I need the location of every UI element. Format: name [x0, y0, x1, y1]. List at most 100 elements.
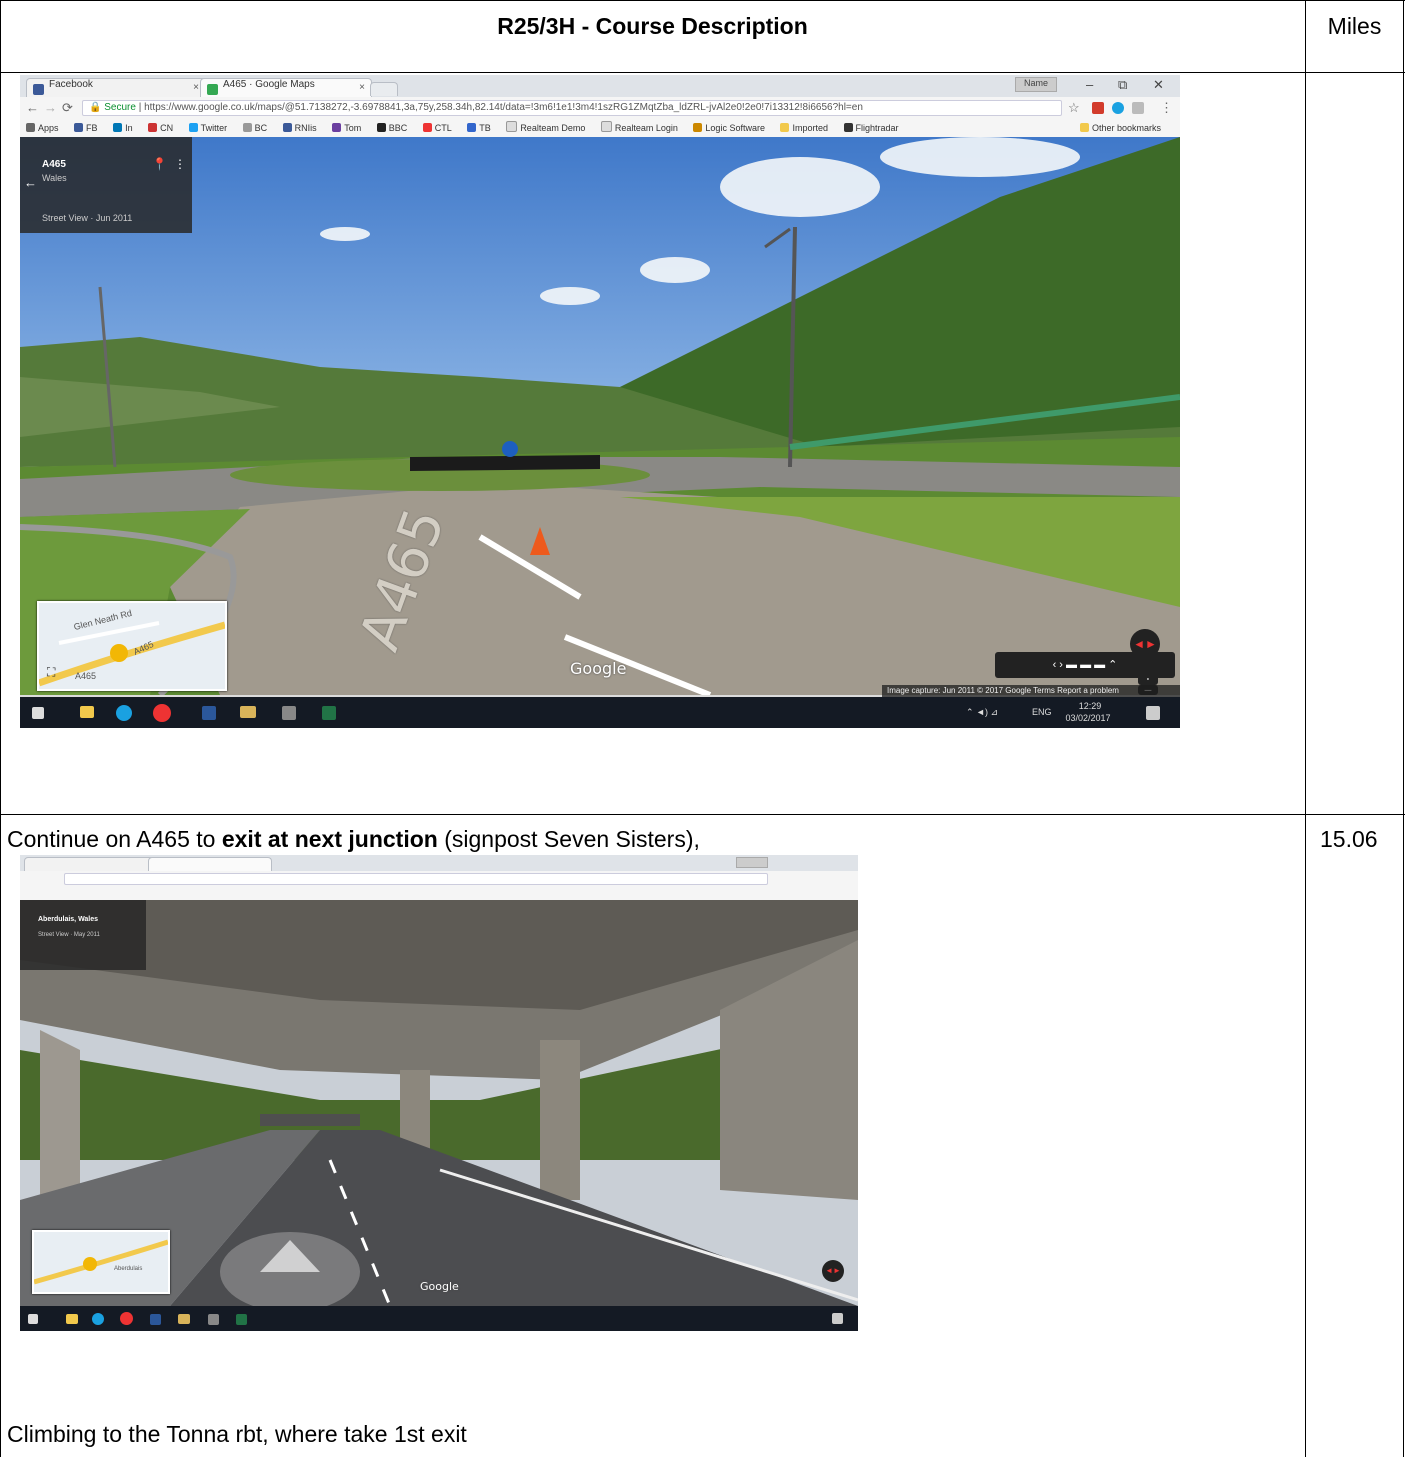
folder-icon[interactable]	[240, 706, 256, 718]
bookmark-item[interactable]: Realteam Demo	[506, 119, 585, 137]
bookmark-item[interactable]: Apps	[26, 119, 59, 137]
user-profile-badge[interactable]: Name	[1015, 77, 1057, 92]
restore-button[interactable]: ⧉	[1118, 77, 1127, 93]
file-explorer-icon[interactable]	[80, 706, 94, 718]
browser-tab-bar	[20, 855, 858, 871]
bookmark-item[interactable]: CTL	[422, 119, 452, 137]
notifications-icon[interactable]	[832, 1313, 843, 1324]
bookmark-item[interactable]: In	[113, 119, 133, 137]
chrome-icon[interactable]	[153, 704, 171, 722]
file-explorer-icon[interactable]	[66, 1314, 78, 1324]
row2-top-border	[0, 814, 1405, 815]
app-icon[interactable]	[208, 1314, 219, 1325]
word-icon[interactable]	[150, 1314, 161, 1325]
system-tray-icons[interactable]: ⌃ ◄) ⊿	[966, 707, 998, 718]
bookmark-item[interactable]: BC	[242, 119, 267, 137]
bookmark-icon	[467, 123, 477, 132]
street-view-panorama[interactable]: A465 ← A465 Wales 📍 ⋮ Street View · Jun …	[20, 137, 1180, 695]
user-profile-badge[interactable]	[736, 857, 768, 868]
minimize-button[interactable]: –	[1086, 77, 1093, 92]
page-icon	[506, 121, 518, 132]
bbc-icon	[376, 123, 386, 132]
clock-date[interactable]: 03/02/2017	[1060, 713, 1116, 724]
bookmark-item[interactable]: Tom	[332, 119, 361, 137]
forward-arrow-icon[interactable]: →	[44, 100, 57, 115]
url-field[interactable]: 🔒 Secure | https://www.google.co.uk/maps…	[82, 100, 1062, 116]
bookmark-item[interactable]: Imported	[780, 119, 828, 137]
street-view-panorama[interactable]: Aberdulais, Wales Street View · May 2011…	[20, 900, 858, 1306]
mini-map[interactable]: Glen Neath Rd A465 A465 ⛶	[37, 601, 227, 691]
folder-icon[interactable]	[178, 1314, 190, 1324]
skype-extension-icon[interactable]	[1112, 102, 1124, 114]
excel-icon[interactable]	[236, 1314, 247, 1325]
pin-icon[interactable]: 📍	[152, 157, 167, 171]
tab[interactable]	[24, 857, 154, 871]
chrome-menu-icon[interactable]: ⋮	[1160, 100, 1173, 116]
compass-button[interactable]: ◄►	[822, 1260, 844, 1282]
google-watermark: Google	[570, 659, 627, 678]
tab-facebook[interactable]: Facebook ×	[26, 78, 206, 97]
row2-instruction-bold: exit at next junction	[221, 826, 438, 852]
extension-icon[interactable]	[1092, 102, 1104, 114]
expand-map-icon[interactable]: ⛶	[47, 665, 55, 680]
close-window-button[interactable]: ✕	[1153, 77, 1164, 93]
windows-start-icon[interactable]	[28, 1314, 38, 1324]
windows-start-icon[interactable]	[32, 707, 44, 719]
mini-map[interactable]: Aberdulais	[32, 1230, 170, 1294]
language-indicator[interactable]: ENG	[1032, 707, 1052, 718]
row2-instruction: Continue on A465 to exit at next junctio…	[7, 826, 700, 852]
word-icon[interactable]	[202, 706, 216, 720]
bookmark-item[interactable]: BBC	[376, 119, 407, 137]
url-field[interactable]	[64, 873, 768, 885]
google-watermark: Google	[420, 1280, 459, 1293]
back-arrow-icon[interactable]: ←	[26, 100, 39, 115]
extension-icon[interactable]	[1132, 102, 1144, 114]
bookmark-item[interactable]: Logic Software	[693, 119, 765, 137]
street-view-date[interactable]: Street View · May 2011	[38, 932, 100, 938]
skype-icon[interactable]	[116, 705, 132, 721]
skype-icon[interactable]	[92, 1313, 104, 1325]
bookmark-item[interactable]: RNIis	[282, 119, 317, 137]
bookmarks-bar: Apps FB In CN Twitter BC RNIis Tom BBC C…	[20, 119, 1180, 138]
close-tab-icon[interactable]: ×	[359, 82, 365, 93]
close-tab-icon[interactable]: ×	[193, 82, 199, 93]
bookmark-icon	[148, 123, 158, 132]
address-bar-row	[20, 871, 858, 888]
app-icon[interactable]	[282, 706, 296, 720]
chrome-icon[interactable]	[120, 1312, 133, 1325]
new-tab-button[interactable]	[370, 82, 398, 96]
windows-taskbar	[20, 1306, 858, 1331]
tab[interactable]	[148, 857, 272, 871]
photo-strip-controls[interactable]: ‹ › ▬ ▬ ▬ ⌃	[995, 652, 1175, 678]
back-arrow-icon[interactable]: ←	[24, 175, 37, 190]
table-top-border	[0, 0, 1405, 1]
other-bookmarks[interactable]: Other bookmarks	[1079, 119, 1161, 137]
place-info-card: Aberdulais, Wales Street View · May 2011	[20, 900, 146, 970]
bookmark-item[interactable]: TB	[467, 119, 491, 137]
place-info-card: ← A465 Wales 📍 ⋮ Street View · Jun 2011	[20, 137, 192, 233]
map-label: Aberdulais	[114, 1266, 143, 1272]
bookmark-star-icon[interactable]: ☆	[1068, 100, 1080, 116]
bookmark-item[interactable]: CN	[148, 119, 173, 137]
bookmark-item[interactable]: Flightradar	[843, 119, 899, 137]
folder-icon	[780, 123, 790, 132]
bookmark-item[interactable]: Twitter	[188, 119, 227, 137]
folder-icon	[1079, 123, 1089, 132]
page-icon	[600, 121, 612, 132]
twitter-icon	[188, 123, 198, 132]
street-view-date[interactable]: Street View · Jun 2011	[42, 213, 132, 223]
clock-time[interactable]: 12:29	[1070, 701, 1110, 712]
header-course-description: R25/3H - Course Description	[497, 13, 808, 39]
row2-miles: 15.06	[1320, 826, 1378, 852]
bookmark-icon	[422, 123, 432, 132]
tab-google-maps[interactable]: A465 · Google Maps ×	[200, 78, 372, 98]
more-options-icon[interactable]: ⋮	[174, 157, 186, 171]
bookmark-item[interactable]: FB	[74, 119, 98, 137]
notifications-icon[interactable]	[1146, 706, 1160, 720]
bookmark-item[interactable]: Realteam Login	[600, 119, 678, 137]
excel-icon[interactable]	[322, 706, 336, 720]
bookmark-icon	[282, 123, 292, 132]
reload-icon[interactable]: ⟳	[62, 100, 73, 116]
address-bar-row: ← → ⟳ 🔒 Secure | https://www.google.co.u…	[20, 97, 1180, 120]
bookmark-icon	[113, 123, 123, 132]
